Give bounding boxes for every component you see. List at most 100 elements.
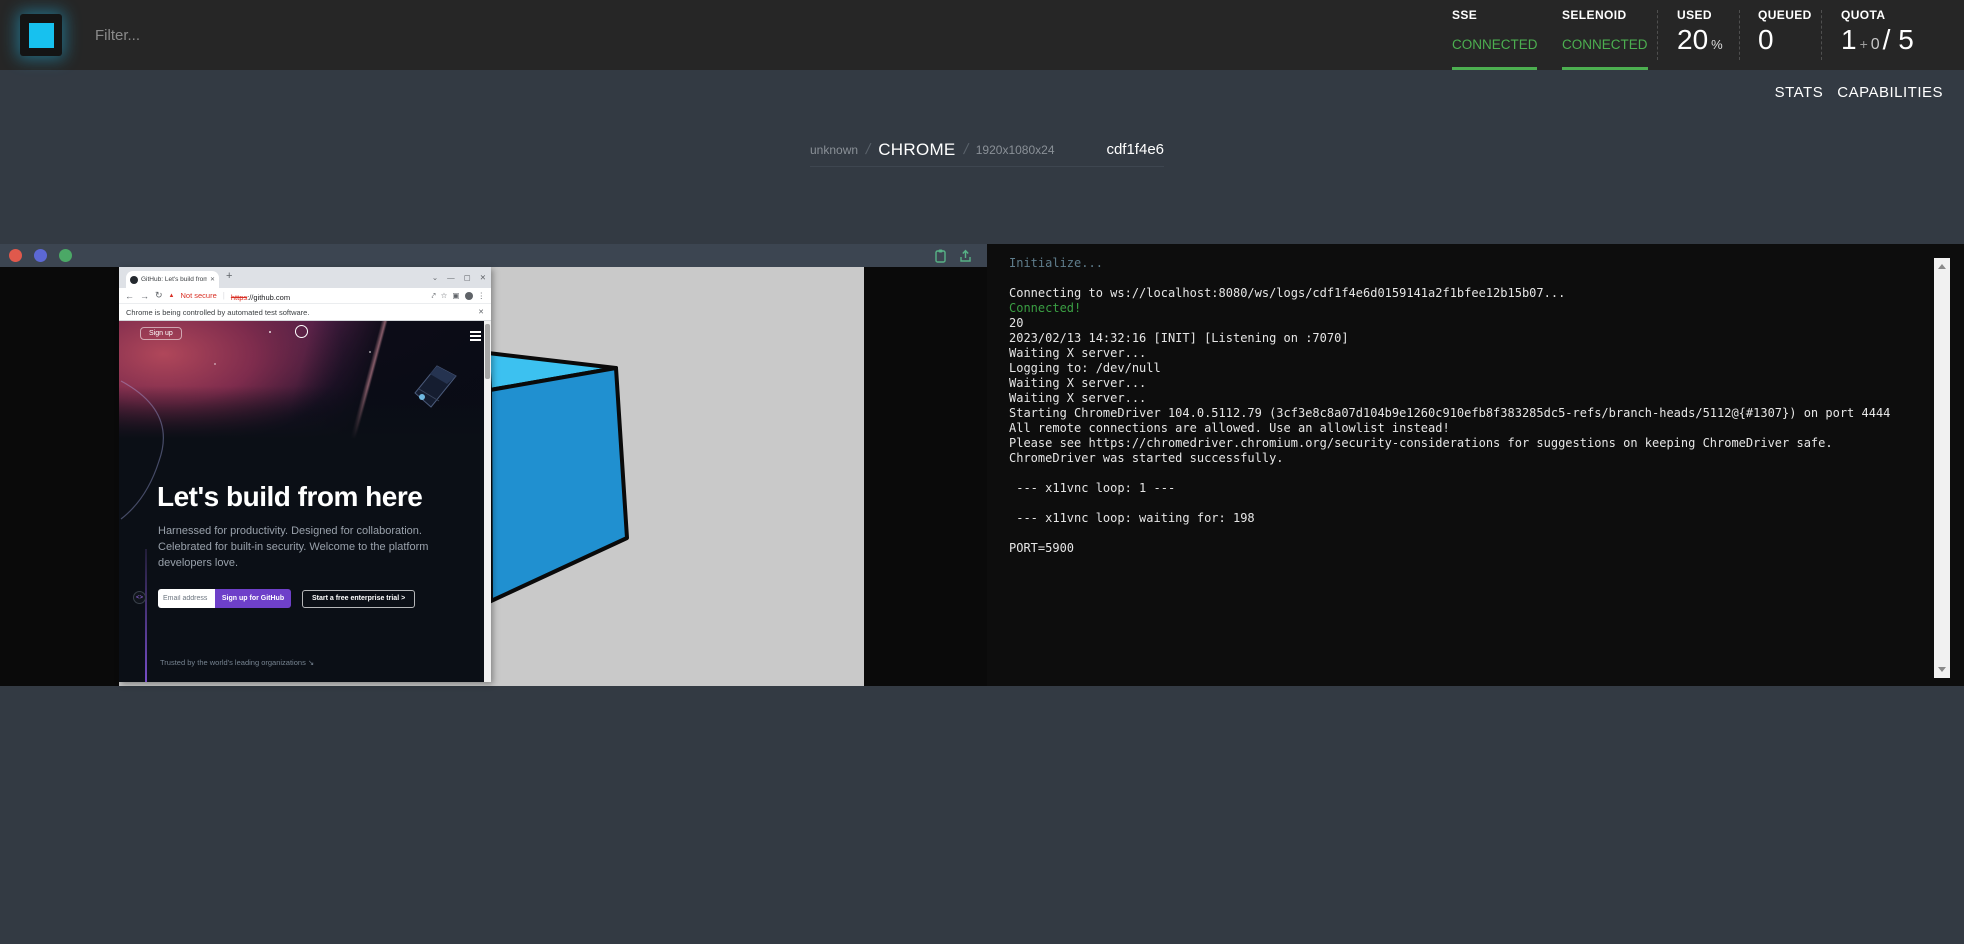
maximize-icon[interactable]: ▢ <box>464 273 471 282</box>
github-logo-icon[interactable] <box>295 325 308 338</box>
back-icon[interactable]: ← <box>125 291 134 301</box>
profile-avatar[interactable] <box>465 292 473 300</box>
log-output: Initialize... Connecting to ws://localho… <box>1009 256 1920 556</box>
selenoid-ui-app: SSE CONNECTED SELENOID CONNECTED USED 20… <box>0 0 1964 944</box>
log-scrollbar[interactable] <box>1934 258 1950 678</box>
star-dot <box>369 351 371 353</box>
status-sse: SSE CONNECTED <box>1452 0 1537 70</box>
code-bracket-badge: <> <box>133 591 146 604</box>
forward-icon[interactable]: → <box>140 291 149 301</box>
url-text[interactable]: https://github.com <box>231 287 290 305</box>
session-resolution: 1920x1080x24 <box>976 143 1055 157</box>
log-line: Logging to: /dev/null <box>1009 361 1920 376</box>
email-field[interactable] <box>158 589 215 608</box>
used-label: USED <box>1677 8 1712 22</box>
browser-tab[interactable]: GitHub: Let's build from h... ✕ <box>126 271 219 288</box>
not-secure-warning-icon: ▲ <box>169 293 175 299</box>
top-bar: SSE CONNECTED SELENOID CONNECTED USED 20… <box>0 0 1964 70</box>
status-queued: QUEUED 0 <box>1758 0 1818 70</box>
minimize-icon[interactable]: — <box>447 273 455 282</box>
tab-stats[interactable]: STATS <box>1775 84 1824 101</box>
hero-cta-row: Sign up for GitHub Start a free enterpri… <box>158 589 415 608</box>
url-divider: | <box>223 291 225 300</box>
log-panel: Initialize... Connecting to ws://localho… <box>987 244 1964 686</box>
clipboard-icon[interactable] <box>933 248 948 263</box>
decorative-purple-line <box>145 549 147 682</box>
hero-subheading: Harnessed for productivity. Designed for… <box>158 524 463 572</box>
log-line: PORT=5900 <box>1009 541 1920 556</box>
log-line: Connecting to ws://localhost:8080/ws/log… <box>1009 286 1920 301</box>
sse-status-underline <box>1452 67 1537 70</box>
log-line: Waiting X server... <box>1009 391 1920 406</box>
log-line: --- x11vnc loop: waiting for: 198 <box>1009 511 1920 526</box>
session-separator: / <box>864 141 872 158</box>
session-separator: / <box>962 141 970 158</box>
used-value: 20% <box>1677 24 1723 56</box>
enterprise-trial-button[interactable]: Start a free enterprise trial > <box>302 590 415 608</box>
status-selenoid: SELENOID CONNECTED <box>1562 0 1648 70</box>
log-line: Please see https://chromedriver.chromium… <box>1009 436 1920 451</box>
reading-list-icon[interactable]: ▣ <box>452 291 459 300</box>
log-line: 20 <box>1009 316 1920 331</box>
browser-window-controls: ⌄ — ▢ ✕ <box>432 267 486 288</box>
queued-label: QUEUED <box>1758 8 1812 22</box>
signup-header-button[interactable]: Sign up <box>140 327 182 340</box>
queued-value: 0 <box>1758 24 1774 56</box>
status-quota: QUOTA 1+0/ 5 <box>1841 0 1941 70</box>
cube-graphic <box>479 347 639 612</box>
page-scrollbar[interactable] <box>484 321 491 682</box>
selenoid-value: CONNECTED <box>1562 37 1648 52</box>
star-dot <box>214 363 216 365</box>
log-line: Waiting X server... <box>1009 376 1920 391</box>
close-icon[interactable]: ✕ <box>480 273 486 282</box>
window-maximize-button[interactable] <box>59 249 72 262</box>
scroll-down-icon[interactable] <box>1938 667 1946 672</box>
hamburger-menu-icon[interactable] <box>470 331 481 343</box>
filter-input[interactable] <box>95 20 475 50</box>
automation-infobar: Chrome is being controlled by automated … <box>119 304 491 321</box>
not-secure-label[interactable]: Not secure <box>181 291 217 300</box>
trusted-orgs-text: Trusted by the world's leading organizat… <box>160 658 314 667</box>
quota-label: QUOTA <box>1841 8 1885 22</box>
browser-tab-title: GitHub: Let's build from h... <box>141 276 207 283</box>
status-divider <box>1739 10 1740 60</box>
share-icon[interactable]: ⤤ <box>431 291 435 301</box>
window-minimize-button[interactable] <box>34 249 47 262</box>
used-unit: % <box>1711 37 1723 52</box>
status-used: USED 20% <box>1677 0 1737 70</box>
sse-value: CONNECTED <box>1452 37 1538 52</box>
session-id: cdf1f4e6 <box>1106 141 1164 158</box>
remote-browser-window: GitHub: Let's build from h... ✕ + ⌄ — ▢ … <box>119 267 491 682</box>
session-browser: CHROME <box>878 140 955 160</box>
github-homepage: Sign up Let's build from here Harnessed … <box>119 321 491 682</box>
selenoid-logo[interactable] <box>20 14 62 56</box>
log-line: --- x11vnc loop: 1 --- <box>1009 481 1920 496</box>
bookmark-star-icon[interactable]: ☆ <box>441 291 448 300</box>
github-favicon-icon <box>130 276 138 284</box>
window-close-button[interactable] <box>9 249 22 262</box>
page-scrollbar-thumb[interactable] <box>485 324 490 379</box>
tab-capabilities[interactable]: CAPABILITIES <box>1837 84 1943 101</box>
signup-for-github-button[interactable]: Sign up for GitHub <box>215 589 291 608</box>
hero-heading: Let's build from here <box>157 481 422 513</box>
selenoid-label: SELENOID <box>1562 8 1627 22</box>
more-menu-icon[interactable]: ⋮ <box>478 291 486 300</box>
log-line: Waiting X server... <box>1009 346 1920 361</box>
log-line <box>1009 271 1920 286</box>
session-card[interactable]: unknown / CHROME / 1920x1080x24 cdf1f4e6 <box>810 133 1164 167</box>
infobar-close-icon[interactable]: ✕ <box>478 308 484 316</box>
selenoid-logo-square-icon <box>29 23 54 48</box>
vnc-screen[interactable]: GitHub: Let's build from h... ✕ + ⌄ — ▢ … <box>119 267 864 686</box>
vnc-panel: GitHub: Let's build from h... ✕ + ⌄ — ▢ … <box>0 244 987 686</box>
tab-close-icon[interactable]: ✕ <box>210 276 215 283</box>
upload-icon[interactable] <box>958 248 973 263</box>
star-dot <box>269 331 271 333</box>
new-tab-button[interactable]: + <box>226 270 232 282</box>
quota-value: 1+0/ 5 <box>1841 24 1914 56</box>
automation-infobar-text: Chrome is being controlled by automated … <box>126 308 309 317</box>
address-bar-actions: ⤤ ☆ ▣ ⋮ <box>431 291 485 301</box>
log-line: Initialize... <box>1009 256 1920 271</box>
reload-icon[interactable]: ↻ <box>155 290 163 301</box>
tab-search-icon[interactable]: ⌄ <box>432 273 438 282</box>
scroll-up-icon[interactable] <box>1938 264 1946 269</box>
